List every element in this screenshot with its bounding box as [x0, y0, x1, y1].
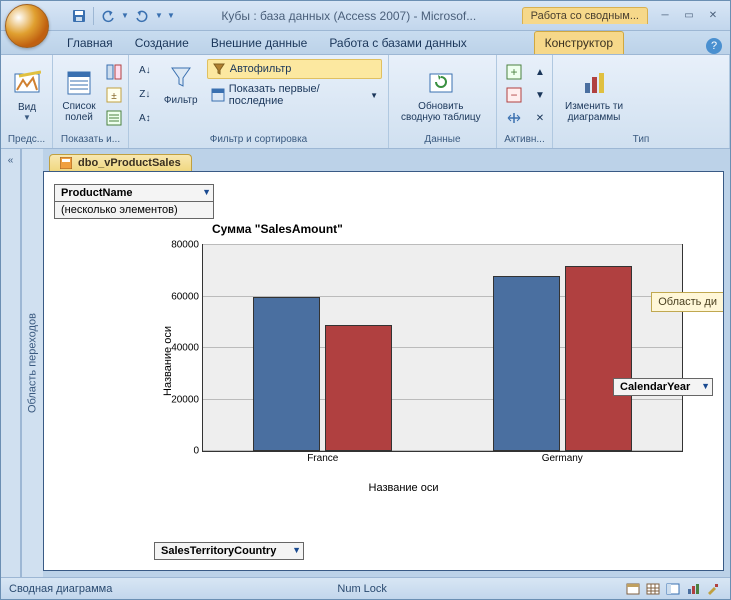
dropzones-button[interactable]	[103, 61, 125, 83]
quick-access-toolbar: ▼ ▼ ▼	[69, 6, 176, 26]
filter-button[interactable]: Фильтр	[159, 59, 203, 108]
maximize-button[interactable]: ▭	[678, 7, 700, 25]
showtop-icon	[211, 88, 225, 102]
statusbar: Сводная диаграмма Num Lock	[1, 577, 730, 599]
view-pivottable-icon[interactable]	[664, 581, 682, 597]
x-tick: Germany	[542, 451, 583, 464]
office-button[interactable]	[5, 4, 49, 48]
nav-pane-toggle[interactable]: «	[1, 149, 21, 577]
nav-pane-collapsed[interactable]: Область переходов	[21, 149, 43, 577]
status-mode: Сводная диаграмма	[9, 583, 112, 595]
view-button[interactable]: Вид ▼	[7, 66, 47, 124]
bar[interactable]	[565, 266, 632, 451]
x-tick: France	[307, 451, 338, 464]
x-axis-label: Название оси	[369, 482, 439, 494]
tab-design[interactable]: Конструктор	[534, 31, 624, 54]
promote-button[interactable]: ▲	[529, 61, 551, 83]
bar[interactable]	[253, 297, 320, 452]
titlebar: ▼ ▼ ▼ Кубы : база данных (Access 2007) -…	[1, 1, 730, 31]
funnel-icon	[165, 61, 197, 93]
dropdown-icon[interactable]: ▼	[292, 545, 301, 555]
form-icon	[60, 157, 72, 169]
y-tick: 60000	[171, 291, 203, 302]
refresh-button[interactable]: Обновить сводную таблицу	[395, 65, 487, 125]
help-button[interactable]: ?	[706, 38, 722, 54]
view-form-icon[interactable]	[624, 581, 642, 597]
sort-desc-button[interactable]: Z↓	[135, 83, 155, 105]
sort-asc-button[interactable]: A↓	[135, 59, 155, 81]
y-tick: 20000	[171, 394, 203, 405]
dropdown-icon[interactable]: ▼	[701, 381, 710, 391]
y-axis-label: Название оси	[162, 326, 174, 396]
expand-button[interactable]: +	[503, 61, 525, 83]
redo-dropdown[interactable]: ▼	[154, 6, 164, 26]
page-field-value[interactable]: (несколько элементов)	[54, 202, 214, 219]
window-title: Кубы : база данных (Access 2007) - Micro…	[176, 9, 522, 23]
y-tick: 0	[193, 446, 203, 457]
document-tab[interactable]: dbo_vProductSales	[49, 154, 192, 171]
bar[interactable]	[325, 325, 392, 451]
view-pivotchart-icon[interactable]	[684, 581, 702, 597]
autofilter-button[interactable]: Автофильтр	[207, 59, 382, 79]
refresh-icon	[425, 67, 457, 99]
autofilter-icon	[212, 62, 226, 76]
remove-button[interactable]: ✕	[529, 107, 551, 129]
svg-text:−: −	[510, 88, 517, 102]
pivotchart-canvas[interactable]: ProductName ▼ (несколько элементов) Сумм…	[43, 171, 724, 571]
movefield-button[interactable]	[503, 107, 525, 129]
ribbon: Вид ▼ Предс... Список полей ± Показать и…	[1, 55, 730, 149]
demote-button[interactable]: ▼	[529, 84, 551, 106]
save-button[interactable]	[69, 6, 89, 26]
plot-area: 020000400006000080000FranceGermany	[202, 244, 683, 452]
tab-create[interactable]: Создание	[125, 32, 199, 54]
qat-customize[interactable]: ▼	[166, 6, 176, 26]
tab-dbtools[interactable]: Работа с базами данных	[319, 32, 476, 54]
fieldlist-icon	[63, 67, 95, 99]
minimize-button[interactable]: ─	[654, 7, 676, 25]
tab-home[interactable]: Главная	[57, 32, 123, 54]
gridline	[203, 244, 682, 245]
series-field-dropzone[interactable]: CalendarYear ▼	[613, 378, 713, 396]
y-tick: 80000	[171, 240, 203, 251]
undo-button[interactable]	[98, 6, 118, 26]
ribbon-tabs: Главная Создание Внешние данные Работа с…	[1, 31, 730, 55]
chart: Сумма "SalesAmount" Название оси Названи…	[114, 222, 693, 500]
fieldlist-button[interactable]: Список полей	[59, 65, 99, 125]
view-icon	[11, 68, 43, 100]
collapse-button[interactable]: −	[503, 84, 525, 106]
workspace: « Область переходов dbo_vProductSales Pr…	[1, 149, 730, 577]
y-tick: 40000	[171, 343, 203, 354]
category-field-dropzone[interactable]: SalesTerritoryCountry ▼	[154, 542, 304, 560]
clear-sort-button[interactable]: A↕	[135, 107, 155, 129]
dropdown-icon[interactable]: ▼	[202, 187, 211, 197]
svg-text:±: ±	[111, 91, 117, 102]
showtop-button[interactable]: Показать первые/последние ▼	[207, 81, 382, 109]
bar[interactable]	[493, 276, 560, 451]
view-design-icon[interactable]	[704, 581, 722, 597]
chart-title: Сумма "SalesAmount"	[212, 222, 693, 236]
svg-text:+: +	[510, 65, 517, 79]
close-button[interactable]: ✕	[702, 7, 724, 25]
drillbuttons-button[interactable]: ±	[103, 84, 125, 106]
changetype-button[interactable]: Изменить ти диаграммы	[559, 65, 629, 125]
hidedetails-button[interactable]	[103, 107, 125, 129]
view-datasheet-icon[interactable]	[644, 581, 662, 597]
page-field-dropzone[interactable]: ProductName ▼	[54, 184, 214, 202]
status-numlock: Num Lock	[337, 583, 387, 595]
undo-dropdown[interactable]: ▼	[120, 6, 130, 26]
contextual-tab-label: Работа со сводным...	[522, 7, 648, 24]
redo-button[interactable]	[132, 6, 152, 26]
tab-external[interactable]: Внешние данные	[201, 32, 318, 54]
chart-icon	[578, 67, 610, 99]
chart-area-tooltip: Область ди	[651, 292, 724, 312]
